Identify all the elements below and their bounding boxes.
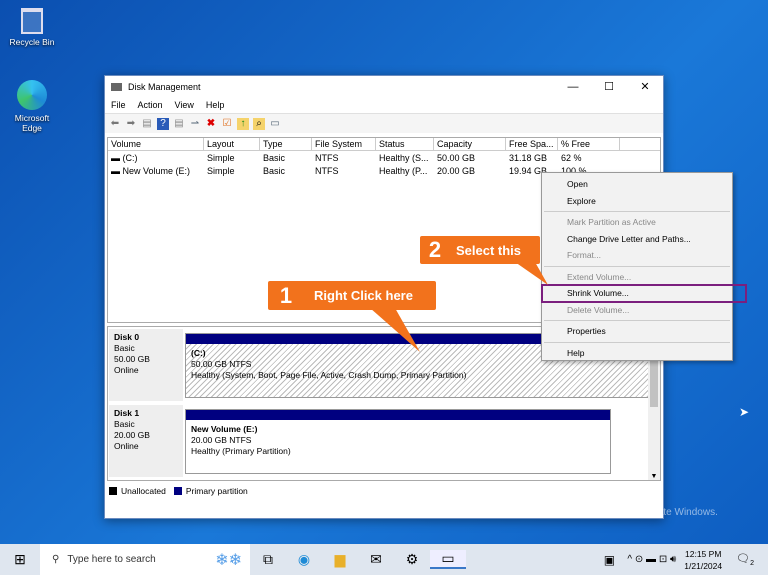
- taskbar: ⊞ ⚲ Type here to search ❄❄ ⧉ ◉ ▆ ✉ ⚙ ▭ ▣…: [0, 544, 768, 575]
- disk-management-taskbar-icon[interactable]: ▭: [430, 550, 466, 569]
- file-explorer-icon[interactable]: ▆: [322, 551, 358, 568]
- callout-number: 1: [279, 283, 293, 308]
- mail-icon[interactable]: ✉: [358, 551, 394, 568]
- edge-taskbar-icon[interactable]: ◉: [286, 551, 322, 568]
- search-box[interactable]: ⚲ Type here to search ❄❄: [40, 544, 250, 575]
- settings-icon[interactable]: ⚙: [394, 551, 430, 568]
- tray-icons[interactable]: ^ ⊙ ▬ ⊡ 🔊︎: [627, 554, 676, 565]
- watermark-title: Activate Windows: [560, 488, 655, 502]
- callout-select: 2 Select this: [420, 236, 540, 264]
- notification-count: 2: [750, 560, 754, 568]
- search-placeholder: Type here to search: [67, 554, 156, 565]
- date: 1/21/2024: [684, 560, 723, 571]
- task-view-icon[interactable]: ⧉: [250, 551, 286, 568]
- watermark-subtitle: Go to Settings to activate Windows.: [560, 507, 718, 518]
- mouse-cursor-icon: ➤: [739, 405, 750, 419]
- clock[interactable]: 12:15 PM 1/21/2024: [684, 548, 722, 572]
- time: 12:15 PM: [685, 548, 722, 559]
- callout-text: Select this: [456, 242, 522, 258]
- callout-1-pointer: [370, 308, 420, 352]
- notifications-button[interactable]: 🗨︎2: [736, 552, 754, 567]
- callout-text: Right Click here: [314, 288, 413, 303]
- search-icon: ⚲: [52, 554, 60, 565]
- news-icon[interactable]: ▣: [591, 553, 627, 567]
- start-button[interactable]: ⊞: [0, 551, 40, 568]
- callout-2-pointer: [515, 262, 548, 285]
- callout-right-click: 1 Right Click here: [268, 281, 436, 310]
- activation-watermark: Activate Windows Go to Settings to activ…: [560, 487, 718, 521]
- callout-number: 2: [428, 237, 442, 262]
- snowflake-icon: ❄❄: [215, 551, 242, 569]
